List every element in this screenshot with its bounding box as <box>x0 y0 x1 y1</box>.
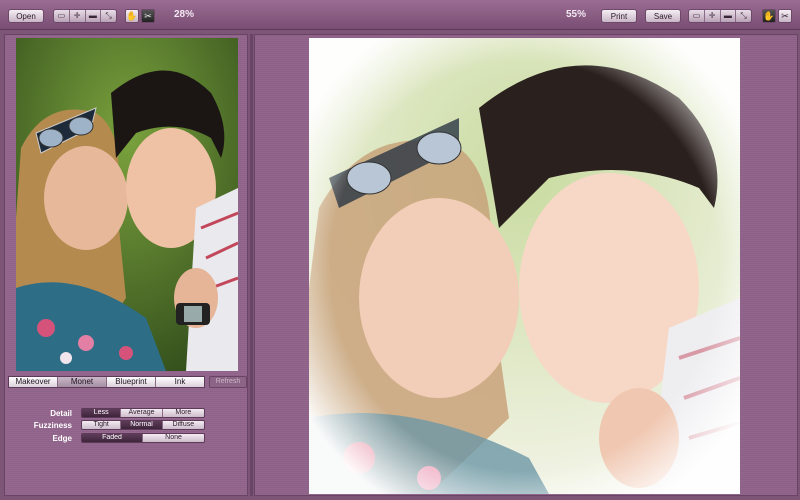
zoom-fit-icon[interactable]: ▭ <box>54 10 70 22</box>
panel-divider[interactable] <box>250 34 253 496</box>
edge-label: Edge <box>52 434 72 443</box>
hand-tool-icon[interactable]: ✋ <box>762 9 776 23</box>
style-tabs: Makeover Monet Blueprint Ink <box>8 376 205 388</box>
open-button[interactable]: Open <box>8 9 44 23</box>
detail-more[interactable]: More <box>162 409 204 417</box>
print-button[interactable]: Print <box>601 9 637 23</box>
refresh-button[interactable]: Refresh <box>209 376 247 388</box>
crop-tool-icon[interactable]: ✂ <box>141 9 155 23</box>
detail-less[interactable]: Less <box>82 409 122 417</box>
fuzziness-diffuse[interactable]: Diffuse <box>162 421 204 429</box>
right-zoom-controls: ▭ ✛ ▬ ⤡ <box>688 9 752 23</box>
tab-makeover[interactable]: Makeover <box>9 377 58 387</box>
fuzziness-label: Fuzziness <box>33 421 72 430</box>
detail-label: Detail <box>50 409 72 418</box>
fuzziness-normal[interactable]: Normal <box>121 421 163 429</box>
edge-options: Faded None <box>81 433 205 443</box>
original-photo <box>16 38 238 371</box>
crop-tool-icon[interactable]: ✂ <box>778 9 792 23</box>
tab-blueprint[interactable]: Blueprint <box>107 377 156 387</box>
zoom-out-icon[interactable]: ▬ <box>721 10 737 22</box>
save-button[interactable]: Save <box>645 9 681 23</box>
detail-options: Less Average More <box>81 408 205 418</box>
zoom-out-icon[interactable]: ▬ <box>86 10 102 22</box>
right-zoom-level: 55% <box>566 9 587 20</box>
zoom-actual-icon[interactable]: ⤡ <box>736 10 751 22</box>
left-zoom-controls: ▭ ✛ ▬ ⤡ <box>53 9 117 23</box>
zoom-in-icon[interactable]: ✛ <box>705 10 721 22</box>
fuzziness-tight[interactable]: Tight <box>82 421 122 429</box>
detail-average[interactable]: Average <box>121 409 163 417</box>
tab-ink[interactable]: Ink <box>156 377 204 387</box>
zoom-in-icon[interactable]: ✛ <box>70 10 86 22</box>
tab-monet[interactable]: Monet <box>58 377 107 387</box>
edge-none[interactable]: None <box>143 434 204 442</box>
fuzziness-options: Tight Normal Diffuse <box>81 420 205 430</box>
left-zoom-level: 28% <box>174 9 195 20</box>
zoom-actual-icon[interactable]: ⤡ <box>101 10 116 22</box>
output-preview <box>309 38 740 494</box>
edge-faded[interactable]: Faded <box>82 434 144 442</box>
toolbar: Open ▭ ✛ ▬ ⤡ ✋ ✂ 28% 55% Print Save ▭ ✛ … <box>0 0 800 30</box>
zoom-fit-icon[interactable]: ▭ <box>689 10 705 22</box>
hand-tool-icon[interactable]: ✋ <box>125 9 139 23</box>
